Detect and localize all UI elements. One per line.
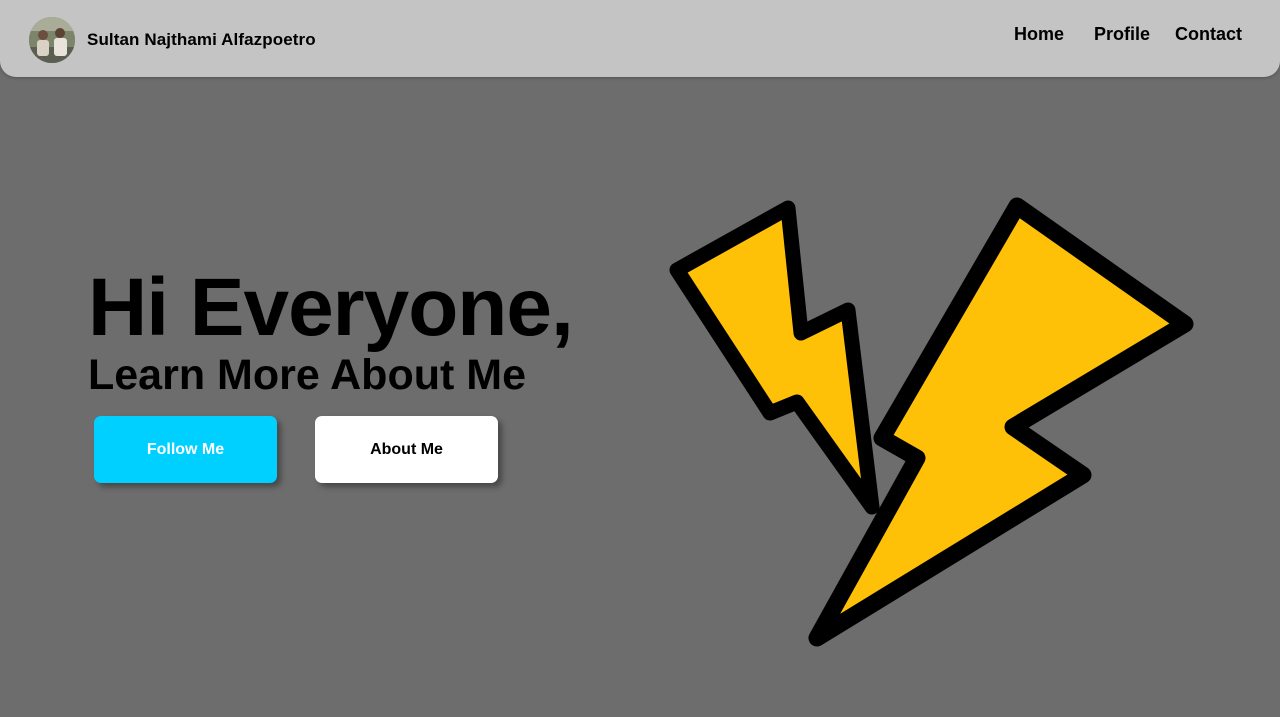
hero-title: Hi Everyone, xyxy=(88,262,574,353)
avatar xyxy=(29,17,75,63)
nav-links: Home Profile Contact xyxy=(1014,24,1242,45)
about-me-button[interactable]: About Me xyxy=(315,416,498,483)
brand-name: Sultan Najthami Alfazpoetro xyxy=(87,30,316,49)
navbar: Sultan Najthami Alfazpoetro Home Profile… xyxy=(0,0,1280,77)
lightning-bolts-illustration xyxy=(660,190,1205,665)
brand[interactable]: Sultan Najthami Alfazpoetro xyxy=(29,16,316,64)
lightning-bolt-large xyxy=(808,197,1194,647)
nav-link-contact[interactable]: Contact xyxy=(1175,24,1242,45)
lightning-bolt-small xyxy=(669,200,880,515)
nav-link-home[interactable]: Home xyxy=(1014,24,1064,45)
hero-subtitle: Learn More About Me xyxy=(88,351,526,399)
follow-me-button[interactable]: Follow Me xyxy=(94,416,277,483)
lightning-bolt-icon xyxy=(669,197,1194,647)
nav-link-profile[interactable]: Profile xyxy=(1094,24,1150,45)
